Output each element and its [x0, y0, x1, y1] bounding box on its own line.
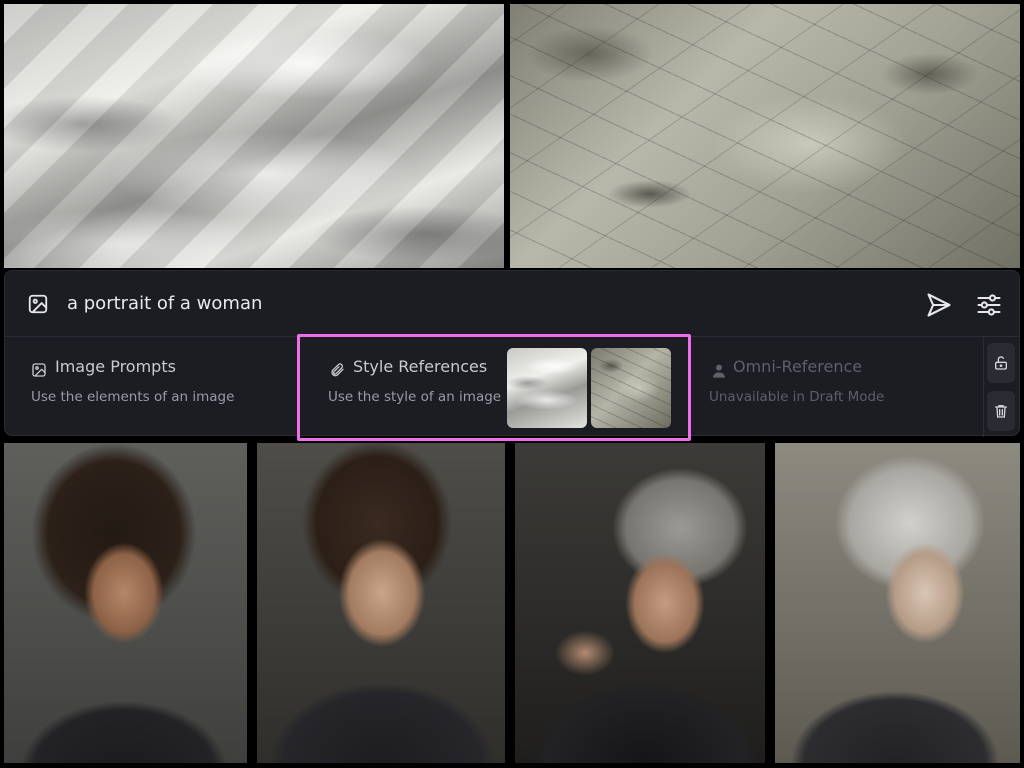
- unlock-icon: [995, 356, 1007, 370]
- sliders-icon[interactable]: [975, 291, 1003, 319]
- send-icon[interactable]: [925, 291, 953, 319]
- style-thumbnail-silk[interactable]: [507, 348, 587, 428]
- style-references-description: Use the style of an image: [328, 389, 502, 405]
- grunge-reference-image[interactable]: [510, 4, 1020, 268]
- image-icon[interactable]: [27, 293, 49, 315]
- image-prompts-title: Image Prompts: [55, 357, 176, 376]
- style-references-title: Style References: [353, 357, 488, 376]
- result-image-3[interactable]: [515, 443, 765, 763]
- omni-reference-section: Omni-Reference Unavailable in Draft Mode: [695, 337, 983, 437]
- result-image-2[interactable]: [257, 443, 505, 763]
- image-prompts-section[interactable]: Image Prompts Use the elements of an ima…: [5, 337, 295, 437]
- person-icon: [713, 364, 725, 378]
- trash-icon: [995, 405, 1007, 418]
- divider: [983, 337, 984, 437]
- result-image-4[interactable]: [775, 443, 1020, 763]
- silk-reference-image[interactable]: [4, 4, 504, 268]
- image-prompts-description: Use the elements of an image: [31, 389, 235, 405]
- omni-reference-title: Omni-Reference: [733, 357, 863, 376]
- omni-reference-description: Unavailable in Draft Mode: [709, 389, 885, 405]
- result-image-1[interactable]: [4, 443, 247, 763]
- prompt-bar: a portrait of a woman: [5, 271, 1019, 337]
- prompt-input[interactable]: a portrait of a woman: [67, 293, 262, 314]
- paperclip-icon: [331, 363, 344, 377]
- style-thumbnail-grunge[interactable]: [591, 348, 671, 428]
- unlock-button[interactable]: [987, 343, 1015, 383]
- prompt-panel: a portrait of a woman Image Prompts Use …: [4, 270, 1020, 437]
- image-icon: [32, 363, 46, 377]
- delete-button[interactable]: [987, 391, 1015, 431]
